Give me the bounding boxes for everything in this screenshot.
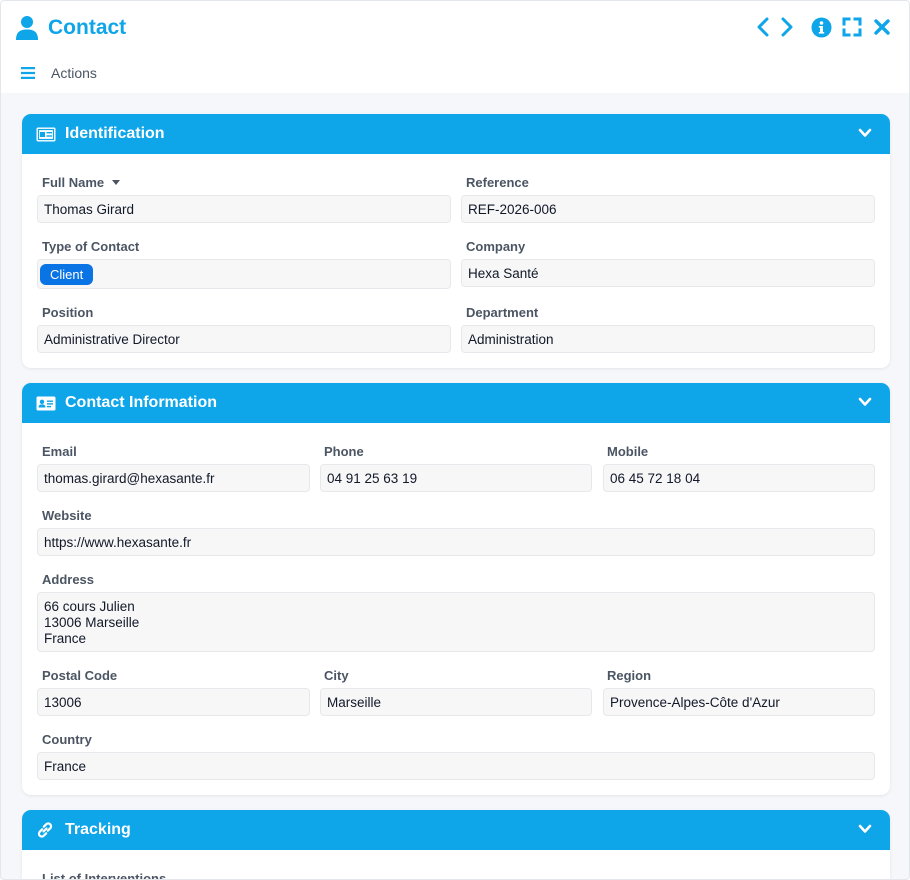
expand-icon <box>842 17 862 37</box>
hamburger-menu-icon[interactable] <box>21 67 35 79</box>
identification-title: Identification <box>65 125 165 142</box>
chevron-down-icon[interactable] <box>858 396 872 408</box>
next-button[interactable] <box>776 15 798 39</box>
reference-label: Reference <box>466 175 529 190</box>
identification-section: Identification Full Name Thomas Girard R… <box>22 114 890 368</box>
company-field[interactable]: Hexa Santé <box>461 259 875 287</box>
department-label: Department <box>466 305 539 320</box>
user-icon <box>16 16 38 40</box>
close-icon <box>874 19 890 35</box>
chevron-left-icon <box>757 17 769 37</box>
window-title: Contact <box>48 16 127 39</box>
sort-caret-icon[interactable] <box>112 180 121 186</box>
close-button[interactable] <box>871 15 893 39</box>
reference-field[interactable]: REF-2026-006 <box>461 195 875 223</box>
mobile-field[interactable]: 06 45 72 18 04 <box>603 464 875 492</box>
position-label: Position <box>42 305 94 320</box>
phone-label: Phone <box>324 444 364 459</box>
contact-information-title: Contact Information <box>65 394 217 411</box>
website-field[interactable]: https://www.hexasante.fr <box>37 528 875 556</box>
fullscreen-button[interactable] <box>841 15 863 39</box>
region-label: Region <box>607 668 652 683</box>
full-name-field[interactable]: Thomas Girard <box>37 195 451 223</box>
full-name-label[interactable]: Full Name <box>42 175 121 190</box>
interventions-list-label: List of Interventions <box>42 871 167 880</box>
address-line-1: 66 cours Julien <box>44 599 135 614</box>
region-field[interactable]: Provence-Alpes-Côte d'Azur <box>603 688 875 716</box>
tracking-header[interactable]: Tracking <box>22 810 890 850</box>
city-label: City <box>324 668 349 683</box>
address-line-2: 13006 Marseille <box>44 615 140 630</box>
contact-information-section: Contact Information Email thomas.girard@… <box>22 383 890 795</box>
mobile-label: Mobile <box>607 444 649 459</box>
actions-menu[interactable]: Actions <box>21 65 97 81</box>
address-field[interactable]: 66 cours Julien 13006 Marseille France <box>37 592 875 652</box>
email-label: Email <box>42 444 77 459</box>
identification-header[interactable]: Identification <box>22 114 890 154</box>
tracking-title: Tracking <box>65 821 131 838</box>
type-of-contact-field[interactable]: Client <box>37 259 451 289</box>
address-label: Address <box>42 572 95 587</box>
country-label: Country <box>42 732 92 747</box>
contact-window: Contact Actions Identification Full Name… <box>0 0 910 880</box>
company-label: Company <box>466 239 526 254</box>
link-icon <box>37 822 53 838</box>
chevron-right-icon <box>781 17 793 37</box>
chevron-down-icon[interactable] <box>858 823 872 835</box>
actions-label[interactable]: Actions <box>51 65 97 81</box>
email-field[interactable]: thomas.girard@hexasante.fr <box>37 464 310 492</box>
postal-code-label: Postal Code <box>42 668 118 683</box>
contact-type-badge[interactable]: Client <box>40 263 94 285</box>
phone-field[interactable]: 04 91 25 63 19 <box>320 464 592 492</box>
info-button[interactable] <box>810 15 832 39</box>
tracking-section: Tracking List of Interventions <box>22 810 890 880</box>
city-field[interactable]: Marseille <box>320 688 592 716</box>
type-of-contact-label: Type of Contact <box>42 239 140 254</box>
chevron-down-icon[interactable] <box>858 127 872 139</box>
position-field[interactable]: Administrative Director <box>37 325 451 353</box>
id-card-icon <box>36 127 56 141</box>
country-field[interactable]: France <box>37 752 875 780</box>
postal-code-field[interactable]: 13006 <box>37 688 310 716</box>
info-icon <box>811 17 831 37</box>
address-line-3: France <box>44 631 87 646</box>
address-card-icon <box>36 396 56 410</box>
previous-button[interactable] <box>752 15 774 39</box>
contact-information-header[interactable]: Contact Information <box>22 383 890 423</box>
website-label: Website <box>42 508 92 523</box>
department-field[interactable]: Administration <box>461 325 875 353</box>
title-row: Contact <box>15 13 126 43</box>
window-controls <box>745 15 893 39</box>
window-header: Contact Actions <box>1 1 909 93</box>
